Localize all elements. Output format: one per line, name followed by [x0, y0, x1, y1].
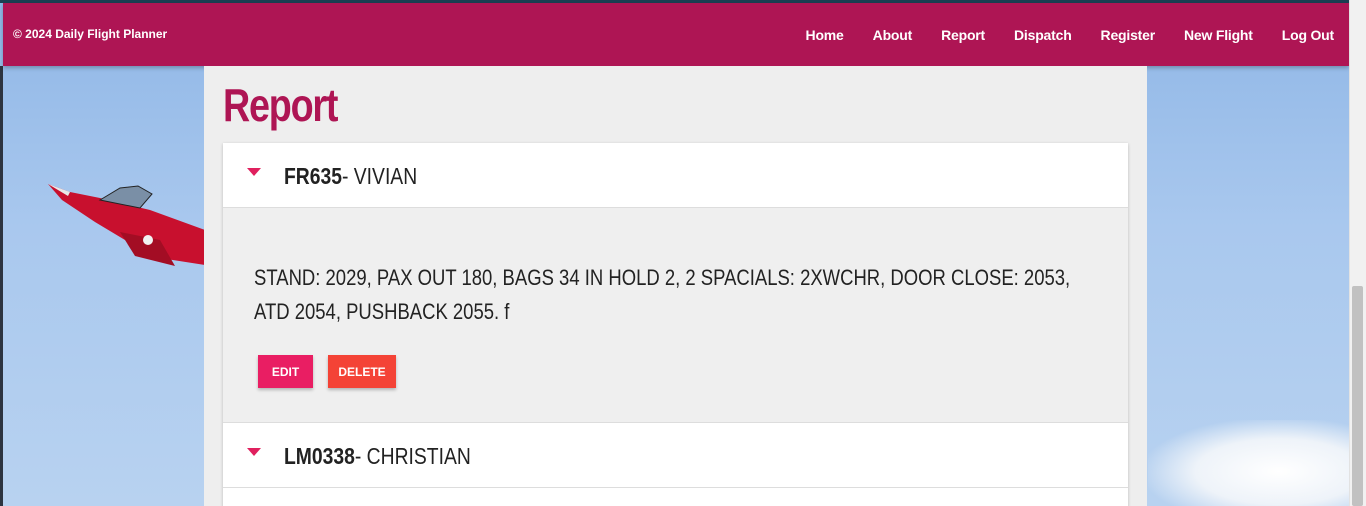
caret-down-icon[interactable]: [247, 168, 261, 176]
nav-report[interactable]: Report: [941, 27, 985, 43]
report-item-title: FR635- VIVIAN: [284, 163, 417, 190]
caret-down-icon[interactable]: [247, 448, 261, 456]
report-item-title: LM0338- CHRISTIAN: [284, 443, 471, 470]
main-nav: Home About Report Dispatch Register New …: [777, 3, 1335, 66]
report-item-body-peek: [223, 488, 1128, 506]
scrollbar-thumb[interactable]: [1352, 286, 1363, 506]
agent-name: - VIVIAN: [341, 163, 418, 189]
red-jet-image: [48, 184, 205, 266]
flight-number: LM0338: [284, 443, 355, 469]
report-text: STAND: 2029, PAX OUT 180, BAGS 34 IN HOL…: [254, 265, 1071, 324]
top-navbar: © 2024 Daily Flight Planner Home About R…: [3, 3, 1349, 66]
agent-name: - CHRISTIAN: [354, 443, 471, 469]
report-item-header[interactable]: LM0338- CHRISTIAN: [223, 423, 1128, 488]
copyright-text: © 2024 Daily Flight Planner: [13, 27, 168, 41]
main-content: Report FR635- VIVIAN STAND: 2029, PAX OU…: [204, 66, 1147, 506]
flight-number: FR635: [284, 163, 342, 189]
page-title: Report: [223, 79, 338, 131]
nav-about[interactable]: About: [873, 27, 913, 43]
background-edge: [0, 66, 3, 506]
nav-home[interactable]: Home: [806, 27, 844, 43]
report-item-body: STAND: 2029, PAX OUT 180, BAGS 34 IN HOL…: [223, 208, 1128, 423]
delete-button[interactable]: DELETE: [328, 355, 396, 388]
report-accordion: FR635- VIVIAN STAND: 2029, PAX OUT 180, …: [223, 143, 1128, 506]
nav-dispatch[interactable]: Dispatch: [1014, 27, 1072, 43]
edit-button[interactable]: EDIT: [258, 355, 313, 388]
nav-register[interactable]: Register: [1101, 27, 1156, 43]
report-item-header[interactable]: FR635- VIVIAN: [223, 143, 1128, 208]
nav-log-out[interactable]: Log Out: [1282, 27, 1334, 43]
nav-new-flight[interactable]: New Flight: [1184, 27, 1253, 43]
smoke-trail-image: [1148, 420, 1366, 506]
